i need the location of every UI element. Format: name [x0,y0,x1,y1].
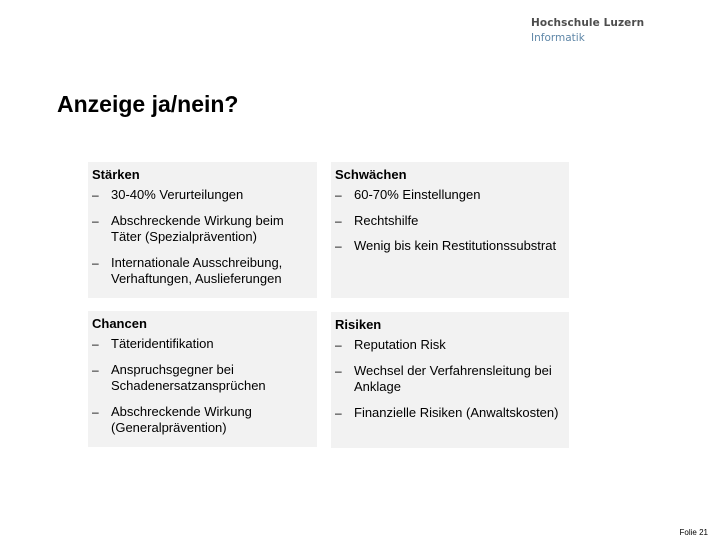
weaknesses-list: –60-70% Einstellungen – Rechtshilfe – Weni… [335,187,565,255]
dash-bullet-icon: – [92,213,99,228]
dash-bullet-icon: – [335,213,342,228]
list-item-text: Internationale Ausschreibung, Verhaftung… [111,254,283,287]
list-item: – Wenig bis kein Restitutionssubstrat [335,238,565,255]
opportunities-box: Chancen – Täteridentifikation – Anspruchsg… [88,311,317,447]
dash-bullet-icon: – [335,338,342,352]
list-item: – Abschreckende Wirkung (Generalpräventio… [92,404,313,437]
dash-bullet-icon: – [335,405,342,420]
list-item-text: Anspruchsgegner bei Schadenersatzansprüc… [111,361,266,394]
list-item: – Reputation Risk [335,337,565,354]
dash-bullet-icon: – [92,255,99,270]
dash-bullet-icon: – [92,404,99,419]
dash-bullet-icon: – [335,363,342,378]
logo-line-department: Informatik [531,32,585,44]
list-item: – Wechsel der Verfahrensleitung bei Ankla… [335,363,565,396]
list-item-text: Täteridentifikation [111,336,214,351]
slide-title: Anzeige ja/nein? [57,91,239,117]
dash-bullet-icon: – [335,188,342,202]
dash-bullet-icon: – [92,362,99,377]
list-item: – Abschreckende Wirkung beim Täter (Spezi… [92,213,313,246]
opportunities-list: – Täteridentifikation – Anspruchsgegner be… [92,336,313,437]
list-item-text: Abschreckende Wirkung (Generalprävention… [111,403,252,436]
list-item-text: 60-70% Einstellungen [354,187,481,202]
list-item: – Finanzielle Risiken (Anwaltskosten) [335,405,565,422]
university-logo: Hochschule Luzern Informatik [531,16,644,46]
strengths-list: –30-40% Verurteilungen – Abschreckende Wi… [92,187,313,288]
strengths-title: Stärken [92,167,140,182]
list-item-text: Finanzielle Risiken (Anwaltskosten) [354,404,559,420]
list-item-text: Abschreckende Wirkung beim Täter (Spezia… [111,212,284,245]
dash-bullet-icon: – [92,188,99,202]
list-item: – Täteridentifikation [92,336,313,353]
logo-line-institution: Hochschule Luzern [531,17,645,29]
list-item-text: Wechsel der Verfahrensleitung bei Anklag… [354,362,552,395]
list-item-text: Rechtshilfe [354,212,419,228]
list-item: –30-40% Verurteilungen [92,187,313,204]
risks-title: Risiken [335,317,382,332]
list-item: – Rechtshilfe [335,213,565,230]
strengths-box: Stärken –30-40% Verurteilungen – Abschrec… [88,162,317,298]
list-item: –60-70% Einstellungen [335,187,565,204]
list-item-text: Wenig bis kein Restitutionssubstrat [354,238,557,253]
slide-number: Folie 21 [679,528,708,537]
weaknesses-box: Schwächen –60-70% Einstellungen – Rechtsh… [331,162,569,298]
dash-bullet-icon: – [92,337,99,351]
list-item: – Anspruchsgegner bei Schadenersatzansprü… [92,362,313,395]
dash-bullet-icon: – [335,239,342,253]
list-item-text: 30-40% Verurteilungen [111,187,244,202]
opportunities-title: Chancen [92,316,147,331]
risks-box: Risiken – Reputation Risk – Wechsel der Ve… [331,312,569,448]
list-item-text: Reputation Risk [354,337,446,352]
weaknesses-title: Schwächen [335,167,407,182]
risks-list: – Reputation Risk – Wechsel der Verfahrens… [335,337,565,421]
list-item: – Internationale Ausschreibung, Verhaftun… [92,255,313,288]
